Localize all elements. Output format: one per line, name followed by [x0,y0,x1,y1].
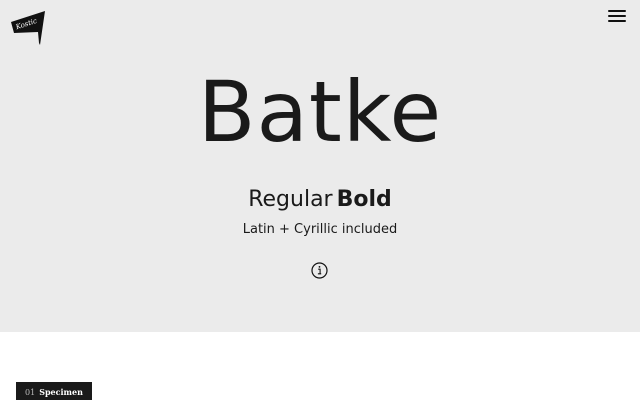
font-weights: Regular Bold [0,186,640,214]
pennant-logo-icon[interactable]: Kostic [9,9,47,47]
section-tab-specimen[interactable]: 01 Specimen [16,382,92,400]
weight-regular: Regular [248,187,333,212]
weight-bold: Bold [336,187,392,212]
supported-scripts: Latin + Cyrillic included [242,222,398,237]
hamburger-menu-icon[interactable] [608,9,626,23]
font-name-heading: Batke [197,63,443,161]
section-label: Specimen [39,387,83,397]
info-icon[interactable] [311,262,328,279]
hero-section: Kostic Batke Regular Bold Latin + Cyrilli… [0,0,640,332]
section-number: 01 [25,388,36,397]
